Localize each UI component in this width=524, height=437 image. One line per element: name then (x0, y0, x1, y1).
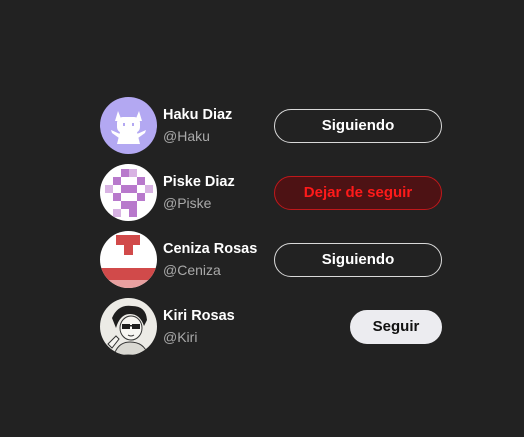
sketch-portrait-avatar-icon (100, 298, 157, 355)
unfollow-button[interactable]: Dejar de seguir (274, 175, 442, 210)
avatar[interactable] (100, 164, 157, 221)
avatar[interactable] (100, 298, 157, 355)
user-name: Ceniza Rosas (163, 240, 258, 257)
user-row: Piske Diaz @Piske Dejar de seguir (100, 164, 442, 221)
pixel-pattern-avatar-icon (100, 164, 157, 221)
user-info: Haku Diaz @Haku (163, 106, 232, 146)
user-info: Kiri Rosas @Kiri (163, 307, 235, 347)
avatar[interactable] (100, 97, 157, 154)
user-row: Kiri Rosas @Kiri Seguir (100, 298, 442, 355)
user-handle: @Ceniza (163, 261, 221, 278)
user-name: Haku Diaz (163, 106, 233, 123)
avatar[interactable] (100, 231, 157, 288)
user-row: Ceniza Rosas @Ceniza Siguiendo (100, 231, 442, 288)
following-button[interactable]: Siguiendo (274, 108, 442, 143)
user-handle: @Kiri (163, 328, 198, 345)
user-info: Piske Diaz @Piske (163, 173, 235, 213)
following-button[interactable]: Siguiendo (274, 242, 442, 277)
cat-mascot-avatar-icon (100, 97, 157, 154)
follow-list: Haku Diaz @Haku Siguiendo Piske Diaz @Pi… (100, 97, 442, 365)
user-handle: @Piske (163, 194, 212, 211)
user-handle: @Haku (163, 127, 210, 144)
red-shape-avatar-icon (100, 231, 157, 288)
user-info: Ceniza Rosas @Ceniza (163, 240, 257, 280)
user-row: Haku Diaz @Haku Siguiendo (100, 97, 442, 154)
user-name: Kiri Rosas (163, 307, 235, 324)
follow-button[interactable]: Seguir (350, 309, 442, 344)
user-name: Piske Diaz (163, 173, 235, 190)
